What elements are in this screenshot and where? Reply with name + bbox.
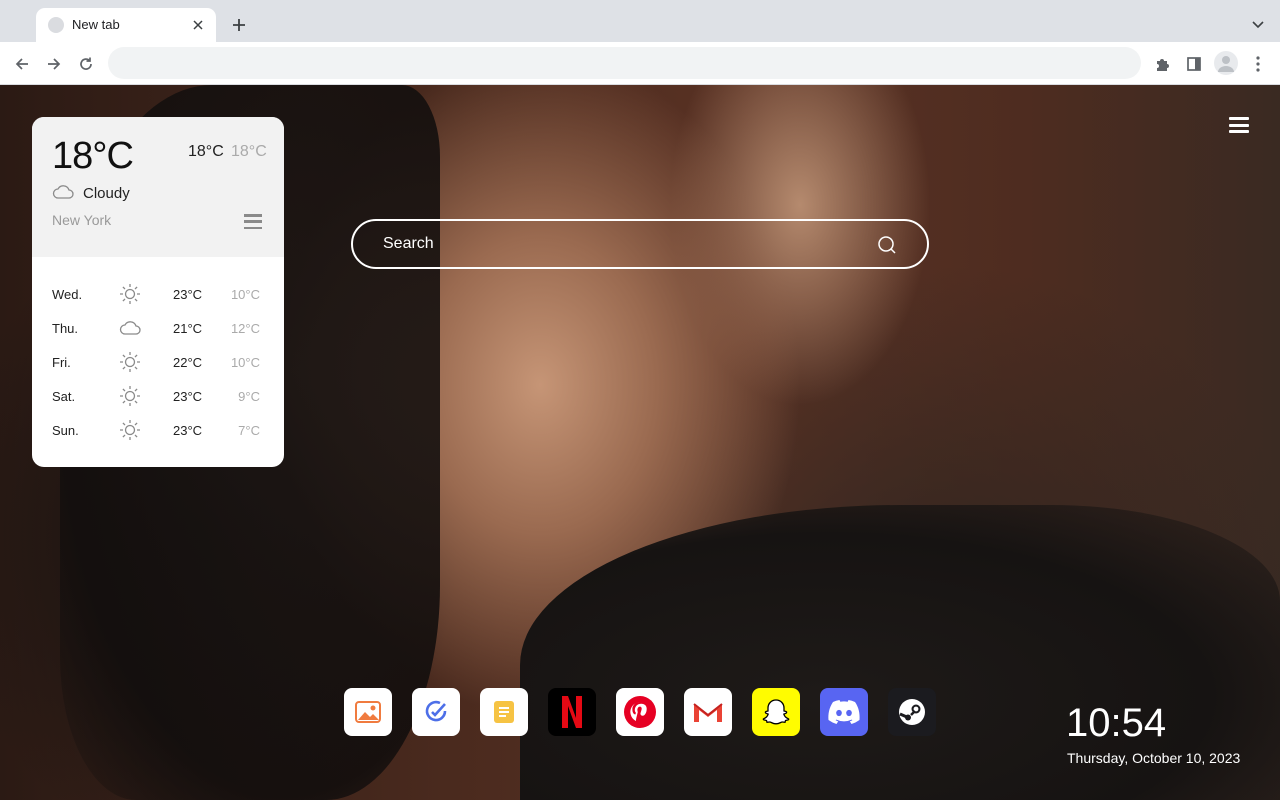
snapchat-icon — [762, 699, 790, 725]
cloud-icon — [52, 185, 74, 199]
sun-icon — [120, 386, 140, 406]
forecast-row: Sat. 23°C 9°C — [32, 379, 284, 413]
clock-date: Thursday, October 10, 2023 — [1067, 750, 1241, 766]
tab-close-button[interactable] — [188, 15, 208, 35]
chevron-down-icon — [1252, 21, 1264, 29]
shortcut-tasks[interactable] — [412, 688, 460, 736]
search-input[interactable] — [353, 221, 927, 267]
shortcut-notes[interactable] — [480, 688, 528, 736]
tab-new-tab[interactable]: New tab — [36, 8, 216, 42]
forecast-low: 9°C — [238, 389, 260, 404]
forecast-high: 23°C — [173, 423, 203, 438]
search-box — [351, 219, 929, 269]
reload-button[interactable] — [72, 50, 100, 78]
hamburger-icon — [244, 214, 262, 217]
check-icon — [425, 700, 447, 722]
shortcut-snapchat[interactable] — [752, 688, 800, 736]
sun-icon — [120, 284, 140, 304]
tab-favicon-icon — [48, 17, 64, 33]
kebab-menu-icon — [1256, 56, 1260, 72]
arrow-left-icon — [15, 58, 28, 70]
side-panel-icon — [1187, 57, 1201, 71]
side-panel-button[interactable] — [1180, 50, 1208, 78]
forecast-day: Fri. — [52, 355, 71, 370]
forecast-high: 23°C — [173, 287, 203, 302]
weather-menu-button[interactable] — [244, 214, 262, 229]
forecast-high: 21°C — [173, 321, 203, 336]
weather-city: New York — [52, 212, 112, 228]
forecast-row: Sun. 23°C 7°C — [32, 413, 284, 447]
shortcut-discord[interactable] — [820, 688, 868, 736]
reload-icon — [80, 57, 92, 70]
notes-icon — [494, 701, 514, 723]
forecast-low: 7°C — [238, 423, 260, 438]
discord-icon — [828, 700, 860, 724]
browser-toolbar — [0, 42, 1280, 85]
new-tab-page: 18°C 18°C 18°C Cloudy New York Wed. 23°C… — [0, 85, 1280, 800]
weather-widget: 18°C 18°C 18°C Cloudy New York Wed. 23°C… — [32, 117, 284, 467]
browser-menu-button[interactable] — [1244, 50, 1272, 78]
profile-avatar[interactable] — [1214, 51, 1238, 75]
current-low: 18°C — [231, 143, 267, 160]
weather-current: 18°C 18°C 18°C Cloudy New York — [32, 117, 284, 257]
pinterest-icon — [624, 696, 656, 728]
puzzle-icon — [1157, 59, 1169, 71]
forecast-day: Sun. — [52, 423, 79, 438]
forecast-high: 23°C — [173, 389, 203, 404]
sun-icon — [120, 420, 140, 440]
forecast-high: 22°C — [173, 355, 203, 370]
search-icon[interactable] — [877, 235, 897, 255]
forecast-row: Wed. 23°C 10°C — [32, 277, 284, 311]
back-button[interactable] — [8, 50, 36, 78]
forecast-low: 10°C — [230, 287, 260, 302]
tab-title: New tab — [72, 17, 120, 32]
shortcut-gmail[interactable] — [684, 688, 732, 736]
shortcut-pinterest[interactable] — [616, 688, 664, 736]
forecast-day: Sat. — [52, 389, 76, 404]
photos-icon — [355, 701, 381, 723]
arrow-right-icon — [48, 58, 61, 70]
hamburger-icon — [1229, 117, 1249, 120]
forward-button[interactable] — [40, 50, 68, 78]
extensions-button[interactable] — [1148, 50, 1176, 78]
current-high: 18°C — [188, 143, 224, 160]
shortcut-photos[interactable] — [344, 688, 392, 736]
forecast-low: 12°C — [230, 321, 260, 336]
forecast-day: Wed. — [52, 287, 83, 302]
forecast-row: Fri. 22°C 10°C — [32, 345, 284, 379]
current-temperature: 18°C — [52, 135, 134, 177]
shortcut-netflix[interactable] — [548, 688, 596, 736]
netflix-icon — [562, 696, 582, 728]
plus-icon — [233, 19, 245, 31]
cloud-icon — [119, 321, 141, 335]
clock-time: 10:54 — [1066, 701, 1167, 745]
gmail-icon — [693, 703, 723, 722]
page-menu-button[interactable] — [1228, 115, 1250, 135]
forecast-low: 10°C — [230, 355, 260, 370]
steam-icon — [899, 699, 925, 725]
tab-search-button[interactable] — [1246, 13, 1270, 37]
weather-forecast: Wed. 23°C 10°C Thu. 21°C 12°C Fri. 22°C … — [32, 277, 284, 447]
shortcut-steam[interactable] — [888, 688, 936, 736]
sun-icon — [120, 352, 140, 372]
person-icon — [1218, 56, 1234, 72]
current-condition: Cloudy — [83, 185, 130, 202]
address-bar[interactable] — [108, 47, 1141, 79]
forecast-row: Thu. 21°C 12°C — [32, 311, 284, 345]
new-tab-button[interactable] — [226, 12, 252, 38]
close-icon — [193, 20, 203, 30]
forecast-day: Thu. — [52, 321, 79, 336]
tab-strip: New tab — [0, 0, 1280, 42]
